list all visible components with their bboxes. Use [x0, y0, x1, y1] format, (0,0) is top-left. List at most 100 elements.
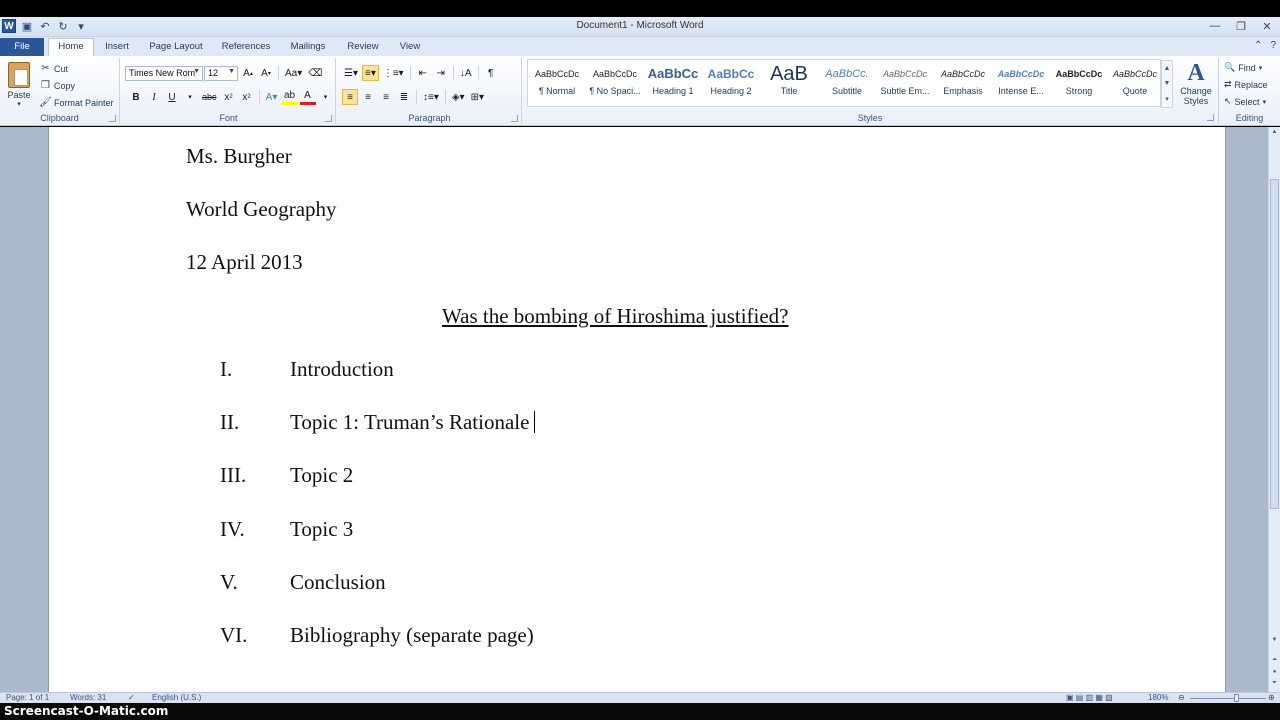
find-button[interactable]: 🔍 Find ▾ [1224, 60, 1262, 75]
highlight-icon[interactable]: ab [281, 89, 298, 105]
increase-indent-icon[interactable]: ⇥ [433, 65, 449, 81]
proofing-icon[interactable]: ✓ [128, 693, 135, 702]
minimize-button[interactable]: — [1202, 17, 1228, 35]
chevron-down-icon: ▼ [193, 68, 200, 75]
style-sample: AaBbCcDc [534, 69, 579, 79]
style-title[interactable]: AaB Title [760, 62, 818, 105]
change-case-icon[interactable]: Aa▾ [283, 65, 304, 81]
italic-icon[interactable]: I [146, 89, 162, 105]
font-name-combo[interactable]: Times New Rom ▼ [125, 66, 203, 81]
replace-button[interactable]: ⇄ Replace [1224, 77, 1268, 92]
align-left-icon[interactable]: ≡ [342, 89, 358, 105]
style-sample: AaBbCcDc [940, 69, 985, 79]
underline-dropdown-icon[interactable]: ▾ [182, 89, 198, 105]
text-effects-icon[interactable]: A▾ [264, 89, 280, 105]
help-icon[interactable]: ? [1270, 40, 1276, 51]
zoom-slider-thumb[interactable] [1234, 694, 1239, 702]
styles-gallery-scroll[interactable]: ▲ ▼ ▾ [1161, 60, 1173, 108]
word-count[interactable]: Words: 31 [70, 693, 106, 702]
line-spacing-icon[interactable]: ↕≡▾ [421, 89, 441, 105]
subscript-icon[interactable]: x2 [221, 89, 237, 105]
justify-icon[interactable]: ≣ [396, 89, 412, 105]
separator [452, 66, 454, 80]
style-normal[interactable]: AaBbCcDc ¶ Normal [528, 62, 586, 105]
style-strong[interactable]: AaBbCcDc Strong [1050, 62, 1108, 105]
paste-button[interactable]: Paste ▾ [4, 60, 34, 108]
font-color-icon[interactable]: A [299, 89, 316, 105]
scroll-down-icon[interactable]: ▼ [1164, 80, 1171, 87]
strikethrough-icon[interactable]: abc [200, 89, 219, 105]
paste-dropdown-icon[interactable]: ▾ [4, 100, 34, 108]
multilevel-list-icon[interactable]: ⋮≡▾ [381, 65, 406, 81]
style-subtle-emphasis[interactable]: AaBbCcDc Subtle Em... [876, 62, 934, 105]
underline-icon[interactable]: U [164, 89, 180, 105]
maximize-button[interactable]: ❐ [1228, 17, 1254, 35]
shading-icon[interactable]: ◈▾ [450, 89, 467, 105]
superscript-icon[interactable]: x2 [239, 89, 255, 105]
style-intense-emphasis[interactable]: AaBbCcDc Intense E... [992, 62, 1050, 105]
font-size-combo[interactable]: 12 ▼ [204, 66, 238, 81]
chevron-down-icon: ▾ [1258, 64, 1263, 72]
numbering-icon[interactable]: ≡▾ [361, 65, 379, 81]
styles-dialog-launcher[interactable] [1207, 114, 1214, 121]
tab-mailings[interactable]: Mailings [285, 39, 331, 56]
more-styles-icon[interactable]: ▾ [1165, 95, 1169, 103]
cut-button[interactable]: ✂ Cut [40, 61, 68, 76]
style-sample: AaBbCc [707, 67, 755, 81]
style-sample: AaB [770, 63, 808, 85]
copy-button[interactable]: ❐ Copy [40, 78, 75, 93]
clear-formatting-icon[interactable]: ⌫ [306, 65, 324, 81]
tab-references[interactable]: References [218, 39, 274, 56]
borders-icon[interactable]: ⊞▾ [469, 89, 486, 105]
sort-icon[interactable]: ↓A [458, 65, 474, 81]
close-button[interactable]: ✕ [1254, 17, 1280, 35]
align-right-icon[interactable]: ≡ [378, 89, 394, 105]
style-subtitle[interactable]: AaBbCc. Subtitle [818, 62, 876, 105]
select-button[interactable]: ↖ Select ▾ [1224, 94, 1266, 109]
scrollbar-thumb[interactable] [1270, 179, 1279, 509]
align-center-icon[interactable]: ≡ [360, 89, 376, 105]
tab-view[interactable]: View [395, 39, 425, 56]
tab-insert[interactable]: Insert [98, 39, 136, 56]
vertical-scrollbar[interactable]: ▲ ▼ ⏶ ● ⏷ [1268, 127, 1280, 692]
zoom-slider[interactable] [1190, 698, 1266, 699]
style-no-spacing[interactable]: AaBbCcDc ¶ No Spaci... [586, 62, 644, 105]
bold-icon[interactable]: B [128, 89, 144, 105]
tab-page-layout[interactable]: Page Layout [146, 39, 206, 56]
page-count[interactable]: Page: 1 of 1 [6, 693, 49, 702]
tab-file[interactable]: File [0, 38, 44, 56]
grow-font-icon[interactable]: A ▴ [240, 65, 256, 81]
zoom-level[interactable]: 180% [1148, 693, 1168, 702]
zoom-out-icon[interactable]: ⊖ [1178, 693, 1185, 702]
view-buttons[interactable]: ▣ ▤ ▥ ▦ ▧ [1066, 693, 1113, 702]
change-styles-button[interactable]: A Change Styles [1176, 60, 1216, 106]
font-color-dropdown-icon[interactable]: ▾ [318, 89, 334, 105]
tab-review[interactable]: Review [343, 39, 383, 56]
show-formatting-marks-icon[interactable]: ¶ [483, 65, 499, 81]
scroll-up-icon[interactable]: ▲ [1164, 65, 1171, 72]
style-quote[interactable]: AaBbCcDc Quote [1106, 62, 1164, 105]
style-heading-1[interactable]: AaBbCc Heading 1 [644, 62, 702, 105]
previous-page-icon[interactable]: ⏶ [1269, 657, 1280, 667]
select-browse-object-icon[interactable]: ● [1269, 669, 1280, 679]
shrink-font-icon[interactable]: A ▾ [258, 65, 274, 81]
zoom-in-icon[interactable]: ⊕ [1268, 693, 1275, 702]
bullets-icon[interactable]: ☰▾ [342, 65, 360, 81]
chevron-down-icon: ▾ [1262, 98, 1267, 106]
next-page-icon[interactable]: ⏷ [1269, 680, 1280, 690]
paragraph-list-buttons: ☰▾ ≡▾ ⋮≡▾ ⇤ ⇥ ↓A ¶ [342, 65, 499, 81]
clipboard-dialog-launcher[interactable] [109, 115, 116, 122]
style-emphasis[interactable]: AaBbCcDc Emphasis [934, 62, 992, 105]
font-dialog-launcher[interactable] [325, 115, 332, 122]
decrease-indent-icon[interactable]: ⇤ [415, 65, 431, 81]
tab-home[interactable]: Home [48, 38, 94, 56]
language-indicator[interactable]: English (U.S.) [152, 693, 201, 702]
styles-gallery: AaBbCcDc ¶ Normal AaBbCcDc ¶ No Spaci...… [527, 59, 1173, 108]
scroll-down-icon[interactable]: ▼ [1269, 637, 1280, 647]
minimize-ribbon-icon[interactable]: ⌃ [1254, 40, 1262, 51]
document-page[interactable]: Ms. Burgher World Geography 12 April 201… [48, 127, 1226, 692]
style-heading-2[interactable]: AaBbCc Heading 2 [702, 62, 760, 105]
format-painter-button[interactable]: 🖌 Format Painter [39, 95, 113, 110]
scroll-up-icon[interactable]: ▲ [1269, 129, 1280, 139]
paragraph-dialog-launcher[interactable] [511, 115, 518, 122]
